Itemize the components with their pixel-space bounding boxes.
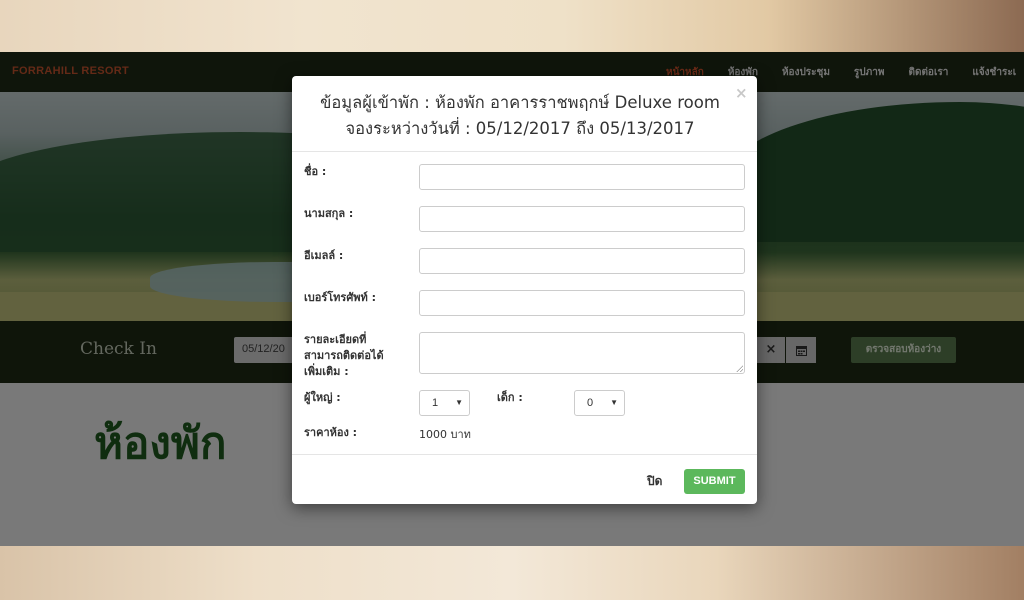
last-name-label: นามสกุล : [304, 207, 354, 220]
price-value: 1000 บาท [419, 428, 471, 441]
close-icon[interactable]: × [735, 84, 748, 102]
background-bottom-band [0, 546, 1024, 600]
chevron-down-icon: ▼ [455, 398, 463, 407]
guest-info-modal: ข้อมูลผู้เข้าพัก : ห้องพัก อาคารราชพฤกษ์… [292, 76, 757, 504]
modal-title-line2: จองระหว่างวันที่ : 05/12/2017 ถึง 05/13/… [345, 119, 695, 138]
phone-label: เบอร์โทรศัพท์ : [304, 291, 377, 304]
details-label-line2: สามารถติดต่อได้ [304, 349, 384, 362]
first-name-label: ชื่อ : [304, 165, 327, 178]
first-name-input[interactable] [419, 164, 745, 190]
details-label-line3: เพิ่มเติม : [304, 365, 349, 378]
adults-label: ผู้ใหญ่ : [304, 391, 341, 404]
modal-footer: ปิด SUBMIT [292, 454, 757, 504]
last-name-input[interactable] [419, 206, 745, 232]
email-label: อีเมลล์ : [304, 249, 344, 262]
adults-select[interactable]: 1 ▼ [419, 390, 470, 416]
children-label: เด็ก : [497, 391, 523, 404]
submit-button[interactable]: SUBMIT [684, 469, 745, 494]
children-select-value: 0 [587, 397, 594, 409]
price-label: ราคาห้อง : [304, 426, 358, 439]
details-label-line1: รายละเอียดที่ [304, 333, 367, 346]
background-top-band [0, 0, 1024, 52]
modal-header: ข้อมูลผู้เข้าพัก : ห้องพัก อาคารราชพฤกษ์… [292, 76, 757, 152]
adults-select-value: 1 [432, 397, 439, 409]
phone-input[interactable] [419, 290, 745, 316]
modal-title-line1: ข้อมูลผู้เข้าพัก : ห้องพัก อาคารราชพฤกษ์… [320, 93, 720, 112]
modal-title: ข้อมูลผู้เข้าพัก : ห้องพัก อาคารราชพฤกษ์… [300, 90, 740, 142]
details-textarea[interactable] [419, 332, 745, 374]
close-button[interactable]: ปิด [647, 472, 662, 491]
email-input[interactable] [419, 248, 745, 274]
chevron-down-icon: ▼ [610, 398, 618, 407]
resize-handle-icon[interactable] [736, 365, 743, 372]
children-select[interactable]: 0 ▼ [574, 390, 625, 416]
details-label: รายละเอียดที่ สามารถติดต่อได้ เพิ่มเติม … [304, 332, 414, 380]
